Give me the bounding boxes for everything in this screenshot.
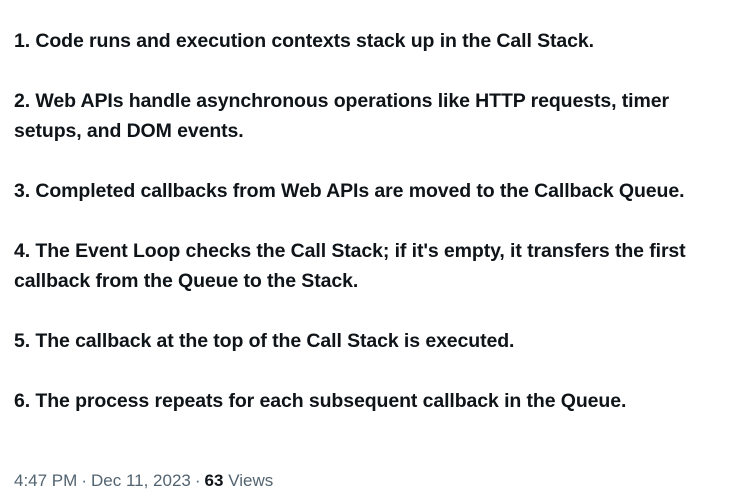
tweet-views-link[interactable]: 63 Views [205, 471, 274, 490]
tweet-date: Dec 11, 2023 [90, 471, 191, 490]
views-count: 63 [204, 471, 224, 490]
tweet-step-1: 1. Code runs and execution contexts stac… [14, 30, 594, 52]
tweet-step-3: 3. Completed callbacks from Web APIs are… [14, 180, 685, 202]
meta-separator: · [194, 471, 201, 490]
tweet-timestamp-link[interactable]: 4:47 PM · Dec 11, 2023 [14, 471, 191, 490]
tweet-body: 1. Code runs and execution contexts stac… [0, 0, 734, 502]
tweet-step-2: 2. Web APIs handle asynchronous operatio… [14, 90, 669, 142]
tweet-step-6: 6. The process repeats for each subseque… [14, 390, 627, 412]
views-label: Views [228, 471, 274, 490]
meta-separator: · [81, 471, 87, 490]
tweet-time: 4:47 PM [14, 471, 78, 490]
tweet-step-4: 4. The Event Loop checks the Call Stack;… [14, 240, 686, 292]
tweet-step-5: 5. The callback at the top of the Call S… [14, 330, 515, 352]
tweet-text: 1. Code runs and execution contexts stac… [14, 26, 720, 416]
tweet-meta: 4:47 PM · Dec 11, 2023 · 63 Views [14, 468, 273, 494]
